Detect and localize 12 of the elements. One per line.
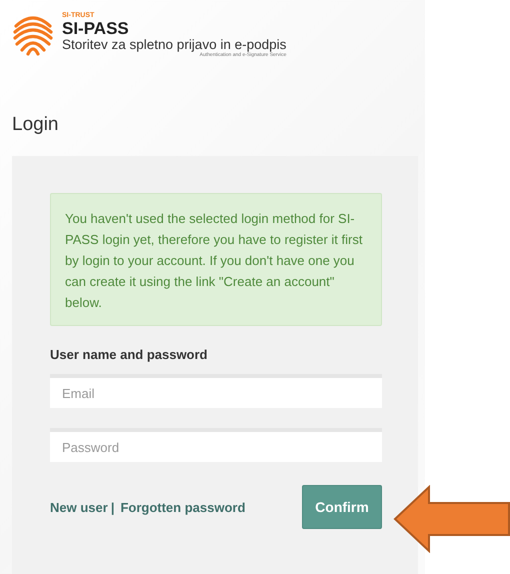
- text-link[interactable]: Forgotten password: [120, 500, 246, 514]
- info-notice: You haven't used the selected login method for SI-PASS login yet, therefore you have to register it first by login to your account. If you don't have one you can create it using the link "Create an account" below.: [50, 193, 382, 326]
- input-field[interactable]: Password: [50, 428, 382, 462]
- confirm-button[interactable]: Confirm: [302, 485, 382, 529]
- section-label: User name and password: [50, 347, 208, 362]
- page-title: Login: [12, 114, 60, 136]
- link-separator: |: [110, 500, 114, 514]
- brand-name: SI-PASS: [62, 20, 130, 37]
- text-link[interactable]: New user: [50, 500, 108, 514]
- callout-arrow-icon: [393, 485, 510, 553]
- brand-subtitle: Storitev za spletno prijavo in e-podpis: [62, 37, 286, 52]
- input-field[interactable]: Email: [50, 374, 382, 408]
